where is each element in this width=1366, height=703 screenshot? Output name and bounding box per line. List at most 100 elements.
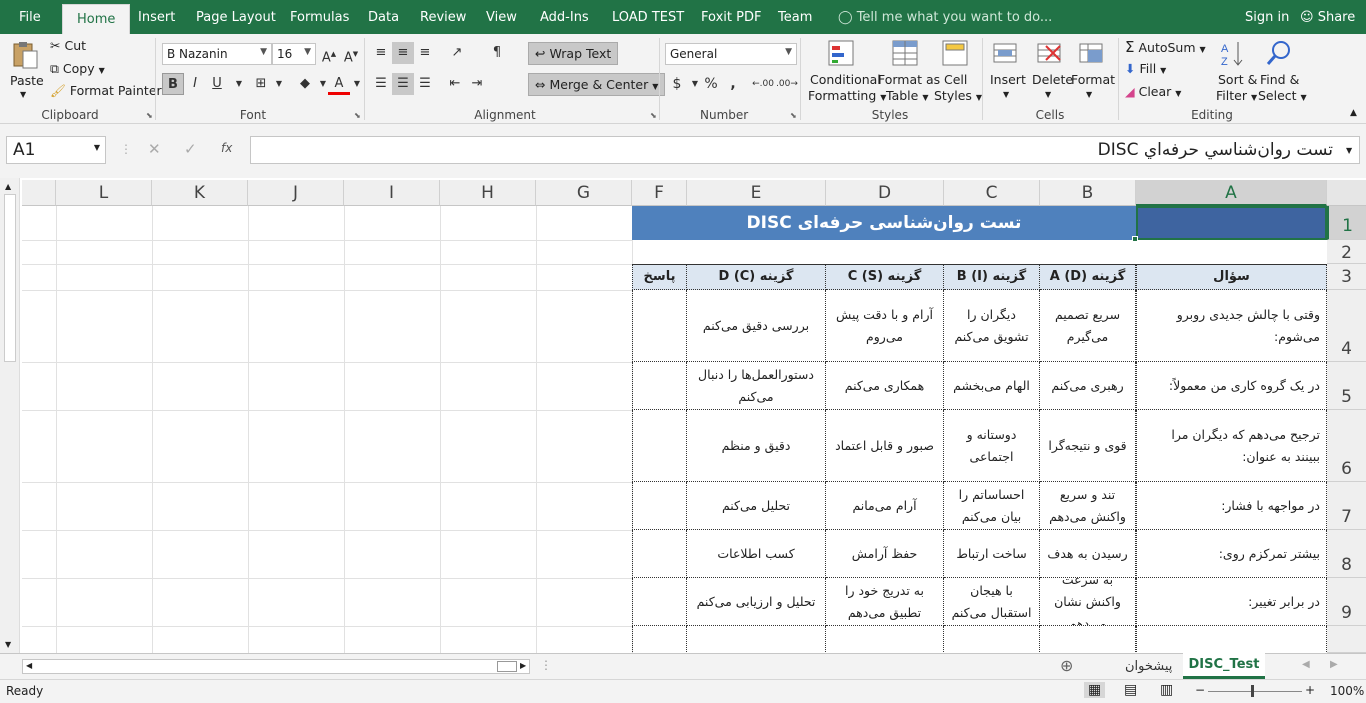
table-cell[interactable] — [1136, 626, 1327, 653]
scroll-down-icon[interactable]: ▼ — [5, 640, 11, 649]
decrease-decimal-button[interactable]: .00→ — [776, 73, 798, 95]
option-a-cell[interactable]: قوی و نتیجه‌گرا — [1040, 410, 1136, 482]
increase-indent-icon[interactable]: ⇥ — [466, 73, 488, 95]
option-d-cell[interactable]: دستورالعمل‌ها را دنبال می‌کنم — [687, 362, 826, 410]
number-launcher-icon[interactable]: ⬊ — [790, 111, 797, 120]
row-header-8[interactable]: 8 — [1327, 530, 1366, 578]
option-b-cell[interactable]: با هیجان استقبال می‌کنم — [944, 578, 1040, 626]
option-d-cell[interactable]: دقیق و منظم — [687, 410, 826, 482]
answer-cell[interactable] — [632, 530, 687, 578]
increase-decimal-button[interactable]: ←.00 — [752, 73, 774, 95]
header-option-c[interactable]: گزینه C (S) — [826, 264, 944, 290]
percent-button[interactable]: % — [700, 73, 722, 95]
zoom-in-icon[interactable]: + — [1305, 683, 1315, 697]
sign-in-link[interactable]: Sign in — [1245, 10, 1289, 25]
underline-dropdown-icon[interactable]: ▼ — [228, 73, 250, 95]
option-b-cell[interactable]: احساساتم را بیان می‌کنم — [944, 482, 1040, 530]
question-cell[interactable]: در برابر تغییر: — [1136, 578, 1327, 626]
tab-data[interactable]: Data — [368, 10, 399, 25]
tab-file[interactable]: File — [19, 10, 41, 25]
column-header-g[interactable]: G — [536, 180, 632, 206]
fill-handle[interactable] — [1132, 236, 1138, 242]
question-cell[interactable]: ترجیح می‌دهم که دیگران مرا ببینند به عنو… — [1136, 410, 1327, 482]
scroll-left-icon[interactable]: ◀ — [26, 661, 32, 670]
number-format-select[interactable]: General ▼ — [665, 43, 797, 65]
normal-view-icon[interactable]: ▦ — [1084, 682, 1106, 698]
option-c-cell[interactable]: حفظ آرامش — [826, 530, 944, 578]
answer-cell[interactable] — [632, 362, 687, 410]
tab-home[interactable]: Home — [62, 4, 131, 34]
format-as-label[interactable]: Format as — [878, 72, 940, 87]
option-b-cell[interactable]: الهام می‌بخشم — [944, 362, 1040, 410]
question-cell[interactable]: در یک گروه کاری من معمولاً: — [1136, 362, 1327, 410]
option-d-cell[interactable]: بررسی دقیق می‌کنم — [687, 290, 826, 362]
tab-team[interactable]: Team — [778, 10, 812, 25]
paste-label[interactable]: Paste — [10, 73, 44, 88]
sheet-nav-left-icon[interactable]: ◀ — [1302, 659, 1310, 670]
sheet-title-cell[interactable]: تست روان‌شناسی حرفه‌ای DISC — [632, 206, 1136, 240]
option-c-cell[interactable]: همکاری می‌کنم — [826, 362, 944, 410]
column-header-a[interactable]: A — [1136, 180, 1327, 206]
option-d-cell[interactable]: کسب اطلاعات — [687, 530, 826, 578]
option-b-cell[interactable]: ساخت ارتباط — [944, 530, 1040, 578]
decrease-font-icon[interactable]: A▼ — [340, 43, 362, 65]
option-d-cell[interactable]: تحلیل و ارزیابی می‌کنم — [687, 578, 826, 626]
scroll-right-icon[interactable]: ▶ — [520, 661, 526, 670]
row-header-6[interactable]: 6 — [1327, 410, 1366, 482]
option-c-cell[interactable]: به تدریج خود را تطبیق می‌دهم — [826, 578, 944, 626]
question-cell[interactable]: بیشتر تمرکزم روی: — [1136, 530, 1327, 578]
merge-center-button[interactable]: ⇔ Merge & Center ▼ — [528, 73, 666, 96]
horizontal-scrollbar[interactable]: ◀ ▶ — [22, 659, 530, 674]
header-question[interactable]: سؤال — [1136, 264, 1327, 290]
underline-button[interactable]: U — [206, 73, 228, 95]
tab-load-test[interactable]: LOAD TEST — [612, 10, 684, 25]
scroll-up-icon[interactable]: ▲ — [5, 182, 11, 191]
header-answer[interactable]: پاسخ — [632, 264, 687, 290]
zoom-slider-thumb[interactable] — [1251, 685, 1254, 697]
tab-foxit-pdf[interactable]: Foxit PDF — [701, 10, 761, 25]
comma-button[interactable]: , — [722, 73, 744, 95]
cancel-icon[interactable]: ✕ — [148, 140, 161, 158]
question-cell[interactable]: در مواجهه با فشار: — [1136, 482, 1327, 530]
column-header-h[interactable]: H — [440, 180, 536, 206]
format-as-table-button[interactable]: Table ▼ — [886, 88, 928, 103]
clipboard-launcher-icon[interactable]: ⬊ — [146, 111, 153, 120]
paste-dropdown-icon[interactable]: ▼ — [20, 90, 26, 99]
table-cell[interactable] — [944, 626, 1040, 653]
insert-button[interactable]: Insert — [990, 72, 1026, 87]
tab-view[interactable]: View — [486, 10, 517, 25]
column-header-f[interactable]: F — [632, 180, 687, 206]
tab-review[interactable]: Review — [420, 10, 466, 25]
column-header-e[interactable]: E — [687, 180, 826, 206]
select-all-corner[interactable] — [1327, 180, 1366, 206]
add-sheet-icon[interactable]: ⊕ — [1060, 656, 1073, 675]
tab-page-layout[interactable]: Page Layout — [196, 10, 276, 25]
row-header-9[interactable]: 9 — [1327, 578, 1366, 626]
zoom-slider[interactable] — [1208, 691, 1302, 692]
paste-button[interactable] — [10, 40, 42, 70]
find-label[interactable]: Find & — [1260, 72, 1299, 87]
expand-formula-icon[interactable]: ▼ — [1346, 146, 1352, 155]
option-a-cell[interactable]: رهبری می‌کنم — [1040, 362, 1136, 410]
column-header-i[interactable]: I — [344, 180, 440, 206]
table-cell[interactable] — [1040, 626, 1136, 653]
tab-insert[interactable]: Insert — [138, 10, 175, 25]
fill-button[interactable]: ⬇ Fill ▼ — [1125, 61, 1166, 76]
column-header-b[interactable]: B — [1040, 180, 1136, 206]
table-cell[interactable] — [826, 626, 944, 653]
format-dropdown-icon[interactable]: ▼ — [1086, 90, 1092, 99]
copy-button[interactable]: ⧉ Copy ▼ — [50, 61, 105, 77]
align-right-icon[interactable]: ☰ — [414, 73, 436, 95]
option-d-cell[interactable]: تحلیل می‌کنم — [687, 482, 826, 530]
wrap-text-button[interactable]: ↩ Wrap Text — [528, 42, 619, 65]
column-header-k[interactable]: K — [152, 180, 248, 206]
page-break-view-icon[interactable]: ▥ — [1160, 682, 1173, 698]
decrease-indent-icon[interactable]: ⇤ — [444, 73, 466, 95]
option-c-cell[interactable]: آرام می‌مانم — [826, 482, 944, 530]
question-cell[interactable]: وقتی با چالش جدیدی روبرو می‌شوم: — [1136, 290, 1327, 362]
worksheet-grid[interactable]: ▲ ▼ L K J I H G F E D C B A 1 2 3 4 5 6 … — [0, 178, 1366, 653]
delete-dropdown-icon[interactable]: ▼ — [1045, 90, 1051, 99]
answer-cell[interactable] — [632, 290, 687, 362]
clear-button[interactable]: ◢ Clear ▼ — [1125, 84, 1181, 99]
delete-button[interactable]: Delete — [1032, 72, 1073, 87]
